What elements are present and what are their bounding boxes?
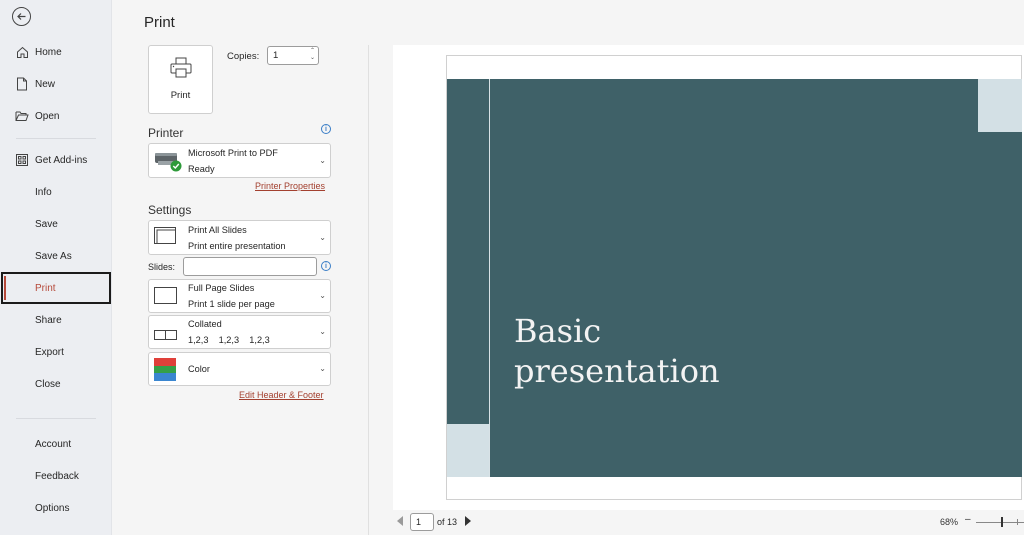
sidebar-item-print[interactable]: Print bbox=[1, 272, 111, 304]
sidebar-divider bbox=[16, 418, 96, 419]
slide-decor-block-top-right bbox=[978, 79, 1022, 132]
color-dropdown[interactable]: Color ⌄ bbox=[148, 352, 331, 386]
chevron-down-icon: ⌄ bbox=[319, 364, 326, 373]
previous-page-icon[interactable] bbox=[397, 516, 403, 526]
sidebar-item-label: Share bbox=[35, 314, 62, 326]
home-icon bbox=[15, 45, 29, 59]
sidebar-item-get-add-ins[interactable]: Get Add-ins bbox=[0, 144, 112, 176]
sidebar-item-label: Open bbox=[35, 110, 60, 122]
slide-decor-line bbox=[489, 79, 490, 477]
print-button-label: Print bbox=[170, 90, 191, 101]
slide-preview: Basic presentation bbox=[447, 79, 1022, 477]
sidebar-item-label: Save bbox=[35, 218, 58, 230]
page-title: Print bbox=[144, 14, 175, 31]
collation-dropdown[interactable]: Collated 1,2,3 1,2,3 1,2,3 ⌄ bbox=[148, 315, 331, 349]
zoom-slider-center-tick bbox=[1017, 519, 1018, 525]
color-title: Color bbox=[188, 364, 210, 374]
layout-subtitle: Print 1 slide per page bbox=[188, 299, 275, 309]
back-button[interactable] bbox=[12, 7, 31, 26]
copies-label: Copies: bbox=[227, 51, 260, 62]
sidebar-item-open[interactable]: Open bbox=[0, 100, 112, 132]
sidebar-divider bbox=[16, 138, 96, 139]
add-ins-grid-icon bbox=[15, 153, 29, 167]
sidebar-item-label: New bbox=[35, 78, 56, 90]
slides-label: Slides: bbox=[148, 262, 176, 272]
sidebar-item-home[interactable]: Home bbox=[0, 36, 112, 68]
info-icon[interactable]: i bbox=[321, 261, 331, 271]
all-slides-icon bbox=[154, 227, 178, 252]
panel-divider bbox=[368, 45, 369, 535]
copies-value: 1 bbox=[273, 50, 279, 61]
printer-status: Ready bbox=[188, 164, 215, 174]
print-button[interactable]: Print bbox=[148, 45, 213, 114]
chevron-down-icon: ⌄ bbox=[319, 233, 326, 242]
sidebar-item-save-as[interactable]: Save As bbox=[0, 240, 112, 272]
sidebar-item-close[interactable]: Close bbox=[0, 368, 112, 400]
slide-title: Basic presentation bbox=[514, 311, 720, 391]
full-page-slide-icon bbox=[154, 287, 178, 310]
zoom-out-button[interactable]: – bbox=[965, 514, 971, 525]
edit-header-footer-link[interactable]: Edit Header & Footer bbox=[239, 390, 324, 400]
sidebar-item-label: Get Add-ins bbox=[35, 154, 88, 166]
printer-device-icon bbox=[154, 149, 182, 178]
slides-input[interactable] bbox=[183, 257, 317, 276]
sidebar-item-label: Feedback bbox=[35, 470, 79, 482]
page-count: of 13 bbox=[437, 517, 458, 527]
sidebar-item-options[interactable]: Options bbox=[0, 492, 112, 524]
chevron-down-icon: ⌄ bbox=[319, 291, 326, 300]
page-number-input[interactable]: 1 bbox=[410, 513, 434, 531]
collated-icon bbox=[154, 327, 178, 345]
sidebar-item-label: Export bbox=[35, 346, 64, 358]
zoom-percent[interactable]: 68% bbox=[940, 517, 958, 527]
sidebar-item-label: Info bbox=[35, 186, 52, 198]
sidebar-item-label: Options bbox=[35, 502, 70, 514]
arrow-left-icon bbox=[17, 13, 26, 20]
current-page-value: 1 bbox=[416, 517, 422, 527]
color-swatch-icon bbox=[154, 358, 176, 386]
sidebar-item-label: Close bbox=[35, 378, 61, 390]
printer-dropdown[interactable]: Microsoft Print to PDF Ready ⌄ bbox=[148, 143, 331, 178]
copies-stepper[interactable]: ⌃ ⌄ bbox=[310, 48, 315, 62]
printer-heading: Printer bbox=[148, 126, 184, 140]
slide-decor-block-bottom-left bbox=[447, 424, 489, 477]
chevron-down-icon: ⌄ bbox=[319, 156, 326, 165]
settings-heading: Settings bbox=[148, 203, 192, 217]
new-document-icon bbox=[15, 77, 29, 91]
sidebar-item-label: Account bbox=[35, 438, 72, 450]
print-range-subtitle: Print entire presentation bbox=[188, 241, 286, 251]
sidebar-item-export[interactable]: Export bbox=[0, 336, 112, 368]
sidebar-item-new[interactable]: New bbox=[0, 68, 112, 100]
sidebar-item-info[interactable]: Info bbox=[0, 176, 112, 208]
print-range-dropdown[interactable]: Print All Slides Print entire presentati… bbox=[148, 220, 331, 255]
sidebar-item-account[interactable]: Account bbox=[0, 428, 112, 460]
printer-name: Microsoft Print to PDF bbox=[188, 148, 278, 158]
sidebar-item-label: Home bbox=[35, 46, 62, 58]
sidebar-item-share[interactable]: Share bbox=[0, 304, 112, 336]
backstage-sidebar: Home New Open Get Add-ins Info Save Save… bbox=[0, 0, 112, 535]
print-range-title: Print All Slides bbox=[188, 225, 247, 235]
printer-properties-link[interactable]: Printer Properties bbox=[255, 181, 325, 191]
chevron-down-icon: ⌄ bbox=[319, 327, 326, 336]
layout-dropdown[interactable]: Full Page Slides Print 1 slide per page … bbox=[148, 279, 331, 313]
collation-subtitle: 1,2,3 1,2,3 1,2,3 bbox=[188, 335, 270, 345]
slide-title-line-1: Basic bbox=[514, 312, 602, 350]
collation-title: Collated bbox=[188, 319, 222, 329]
folder-open-icon bbox=[15, 109, 29, 123]
sidebar-item-save[interactable]: Save bbox=[0, 208, 112, 240]
sidebar-item-feedback[interactable]: Feedback bbox=[0, 460, 112, 492]
layout-title: Full Page Slides bbox=[188, 283, 255, 293]
next-page-icon[interactable] bbox=[465, 516, 471, 526]
slide-title-line-2: presentation bbox=[514, 352, 720, 390]
copies-input[interactable]: 1 ⌃ ⌄ bbox=[267, 46, 319, 65]
sidebar-item-label: Print bbox=[35, 282, 56, 294]
zoom-slider-thumb[interactable] bbox=[1001, 517, 1003, 527]
sidebar-item-label: Save As bbox=[35, 250, 72, 262]
info-icon[interactable]: i bbox=[321, 124, 331, 134]
printer-icon bbox=[169, 56, 193, 85]
